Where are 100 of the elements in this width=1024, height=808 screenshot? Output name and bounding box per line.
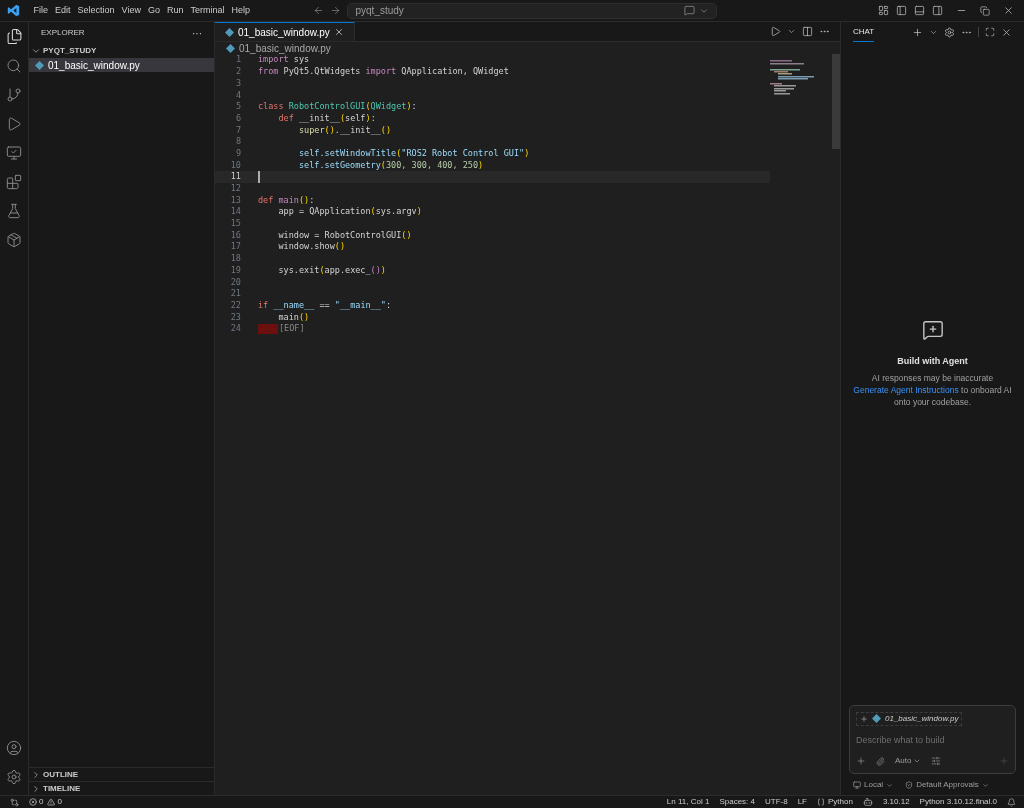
panel-right-icon[interactable] — [932, 5, 943, 16]
layout-icon[interactable] — [878, 5, 889, 16]
search-field[interactable]: pyqt_study — [347, 2, 718, 19]
folder-row[interactable]: PYQT_STUDY — [29, 44, 214, 58]
warning-icon — [47, 798, 56, 806]
code-line: if __name__ == "__main__": — [258, 298, 392, 312]
line-number: 5 — [234, 100, 241, 113]
python-version[interactable]: 3.10.12 — [882, 796, 910, 808]
language-status[interactable]: Python — [817, 796, 853, 808]
package-icon[interactable] — [6, 232, 22, 248]
menu-item[interactable]: Edit — [51, 3, 75, 18]
attachment-chip[interactable]: 01_basic_window.py — [856, 711, 963, 726]
line-number: 22 — [229, 298, 241, 312]
code-line: import sys — [258, 54, 310, 67]
attach-icon[interactable] — [876, 756, 885, 766]
back-icon[interactable] — [313, 5, 325, 16]
line-number: 9 — [234, 146, 241, 160]
menu-item[interactable]: Run — [163, 3, 187, 18]
line-number: 24 — [229, 322, 241, 336]
forward-icon[interactable] — [330, 5, 342, 16]
chat-input[interactable]: Describe what to build — [856, 733, 1009, 747]
code-line: class RobotControlGUI(QWidget): — [258, 100, 417, 113]
chevron-down-icon[interactable] — [31, 46, 41, 56]
indentation-status[interactable]: Spaces: 4 — [719, 796, 755, 808]
code-line: app = QApplication(sys.argv) — [277, 205, 422, 219]
scrollbar-thumb[interactable] — [832, 54, 840, 149]
monitor-icon — [853, 781, 861, 789]
chat-icon[interactable] — [684, 5, 696, 16]
python-file-icon — [35, 60, 44, 70]
editor-tab[interactable]: 01_basic_window.py — [215, 22, 355, 41]
menu-item[interactable]: Selection — [74, 3, 119, 18]
restore-icon[interactable] — [980, 5, 990, 16]
generate-instructions-link[interactable]: Generate Agent Instructions — [853, 385, 959, 395]
breadcrumb[interactable]: 01_basic_window.py — [215, 42, 840, 54]
section-header[interactable]: OUTLINE — [29, 767, 214, 781]
close-icon[interactable] — [1003, 5, 1014, 16]
python-file-icon — [872, 714, 881, 723]
chevron-right-icon[interactable] — [31, 783, 41, 794]
menu-item[interactable]: View — [118, 3, 145, 18]
split-editor-icon[interactable] — [802, 26, 813, 37]
more-actions[interactable]: ··· — [192, 25, 202, 41]
add-icon[interactable] — [856, 756, 866, 766]
close-icon[interactable] — [333, 27, 344, 37]
chevron-down-icon[interactable] — [787, 27, 796, 36]
notifications-icon[interactable] — [1007, 797, 1016, 807]
maximize-icon[interactable] — [985, 27, 995, 37]
copilot-icon[interactable] — [862, 797, 873, 807]
account-icon[interactable] — [6, 740, 22, 756]
chevron-right-icon[interactable] — [31, 769, 41, 780]
menu-item[interactable]: Terminal — [186, 3, 228, 18]
code-line: def main(): — [258, 193, 315, 207]
monitor-icon[interactable] — [6, 145, 22, 161]
search-icon[interactable] — [6, 58, 22, 74]
line-number: 11 — [229, 170, 241, 184]
problems-status[interactable]: 0 0 — [29, 796, 62, 808]
code-line: from PyQt5.QtWidgets import QApplication, QWidget — [258, 65, 509, 78]
panel-left-icon[interactable] — [896, 5, 907, 16]
panel-bottom-icon[interactable] — [914, 5, 925, 16]
close-icon[interactable] — [1001, 26, 1012, 38]
interpreter-status[interactable]: Python 3.10.12.final.0 — [919, 796, 997, 808]
add-icon[interactable] — [860, 714, 868, 723]
file-tree-item[interactable]: 01_basic_window.py — [29, 58, 214, 72]
menu-item[interactable]: Go — [144, 3, 164, 18]
encoding-status[interactable]: UTF-8 — [765, 796, 788, 808]
mode-dropdown[interactable]: Auto — [895, 755, 922, 767]
branch-icon[interactable] — [6, 87, 22, 103]
line-number: 8 — [234, 135, 241, 149]
approvals-dropdown[interactable]: Default Approvals — [905, 779, 989, 791]
run-icon[interactable] — [770, 26, 781, 37]
line-number: 12 — [229, 182, 241, 195]
line-number: 20 — [229, 275, 241, 289]
tools-icon[interactable] — [931, 756, 942, 766]
line-number: 7 — [234, 123, 241, 137]
eol-status[interactable]: LF — [797, 796, 807, 808]
code-line: super().__init__() — [297, 123, 392, 137]
line-number: 21 — [229, 287, 241, 300]
line-number: 23 — [229, 310, 241, 324]
line-number: 15 — [229, 217, 241, 230]
flask-icon[interactable] — [6, 203, 22, 219]
run-icon[interactable] — [6, 116, 22, 132]
new-chat-icon[interactable] — [912, 26, 923, 38]
line-number: 2 — [234, 65, 241, 78]
remote-icon[interactable] — [10, 797, 19, 807]
cursor-position[interactable]: Ln 11, Col 1 — [666, 796, 710, 808]
settings-icon[interactable] — [6, 769, 22, 785]
code-line: main() — [277, 310, 310, 324]
chat-input-box[interactable]: 01_basic_window.py Describe what to build Auto — [849, 704, 1016, 774]
braces-icon — [817, 798, 825, 806]
chat-title: Build with Agent — [897, 354, 968, 368]
menu-item[interactable]: Help — [227, 3, 254, 18]
menu-item[interactable]: File — [30, 3, 52, 18]
line-number: 14 — [229, 205, 241, 219]
extensions-icon[interactable] — [6, 174, 22, 190]
line-number: 10 — [229, 158, 241, 172]
chat-tab[interactable]: CHAT — [853, 22, 875, 42]
explorer-icon[interactable] — [5, 28, 23, 45]
settings-icon[interactable] — [944, 26, 955, 38]
chevron-down-icon — [981, 781, 989, 789]
location-dropdown[interactable]: Local — [853, 779, 894, 791]
error-icon — [29, 798, 37, 806]
